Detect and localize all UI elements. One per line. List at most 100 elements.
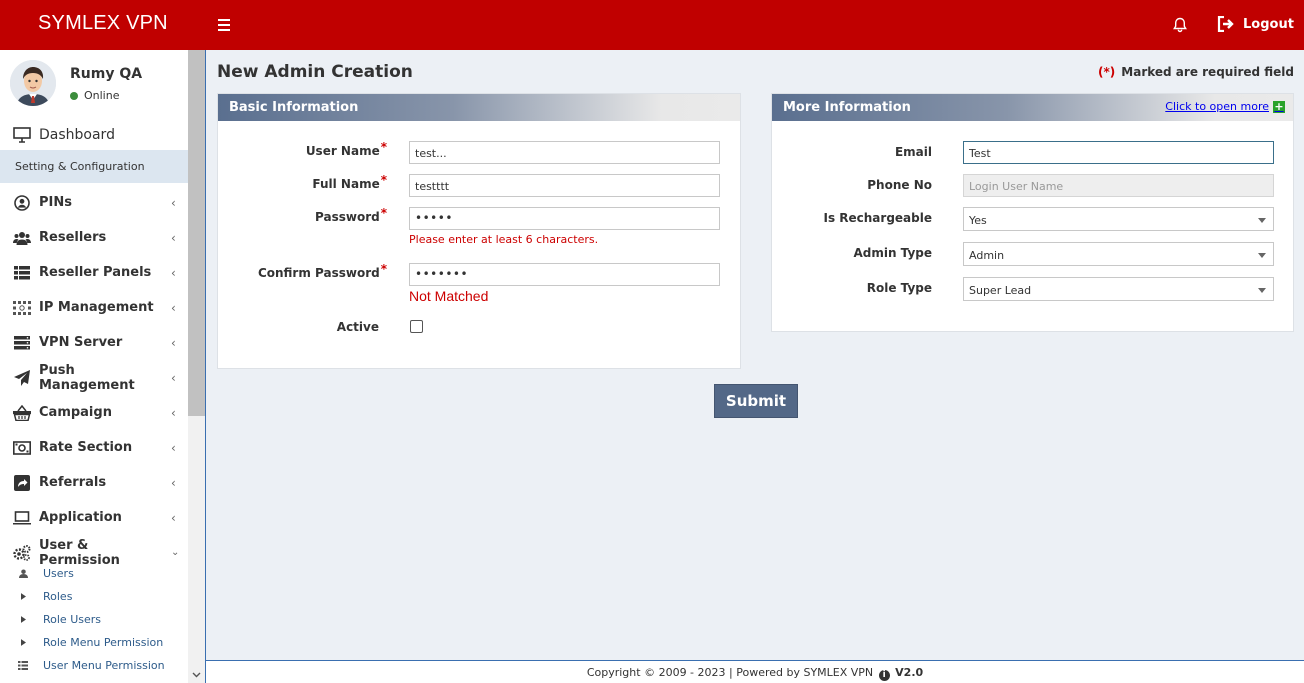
scroll-down-arrow-icon[interactable] bbox=[192, 670, 201, 679]
main-content: New Admin Creation (*) Marked are require… bbox=[206, 50, 1304, 660]
sidebar-item-application[interactable]: Application ‹ bbox=[0, 500, 188, 535]
username-label: User Name* bbox=[305, 140, 387, 158]
password-label-text: Password bbox=[315, 210, 380, 224]
rechargeable-select[interactable]: Yes bbox=[963, 207, 1274, 231]
required-star: * bbox=[380, 262, 387, 276]
username-input[interactable]: test... bbox=[409, 141, 720, 164]
active-label: Active bbox=[336, 320, 379, 334]
sidebar-item-label: Resellers bbox=[39, 230, 107, 245]
sidebar-scrollbar[interactable] bbox=[188, 50, 205, 683]
sidebar-item-label: Campaign bbox=[39, 405, 112, 420]
sidebar-item-campaign[interactable]: Campaign ‹ bbox=[0, 395, 188, 430]
chevron-left-icon: ‹ bbox=[171, 440, 176, 455]
online-dot-icon bbox=[70, 91, 78, 100]
more-information-panel: More Information Click to open more + Em… bbox=[771, 93, 1294, 332]
sidebar-item-dashboard[interactable]: Dashboard bbox=[0, 117, 188, 152]
share-icon bbox=[13, 474, 31, 491]
sidebar-item-label: Dashboard bbox=[39, 126, 115, 143]
required-note: (*) Marked are required field bbox=[1098, 65, 1294, 79]
sidebar-subitem-roles[interactable]: Roles bbox=[0, 585, 188, 607]
bell-icon[interactable] bbox=[1172, 17, 1188, 33]
password-error: Please enter at least 6 characters. bbox=[409, 233, 599, 246]
email-input[interactable]: Test bbox=[963, 141, 1274, 164]
sidebar-item-label: PINs bbox=[39, 195, 72, 210]
scrollbar-thumb[interactable] bbox=[188, 50, 205, 416]
footer-version: V2.0 bbox=[895, 666, 924, 679]
footer: Copyright © 2009 - 2023 | Powered by SYM… bbox=[206, 660, 1304, 683]
list-icon bbox=[18, 660, 28, 670]
chevron-left-icon: ‹ bbox=[171, 265, 176, 280]
chevron-left-icon: ‹ bbox=[171, 370, 176, 385]
required-star: * bbox=[380, 140, 387, 154]
sidebar-subitem-role-menu-permission[interactable]: Role Menu Permission bbox=[0, 631, 188, 653]
profile-status-label: Online bbox=[84, 89, 120, 102]
chevron-left-icon: ‹ bbox=[171, 195, 176, 210]
password-label: Password* bbox=[315, 206, 387, 224]
rechargeable-label: Is Rechargeable bbox=[823, 211, 932, 225]
menu-toggle-icon[interactable] bbox=[218, 15, 234, 33]
ip-grid-icon bbox=[13, 300, 31, 316]
sidebar-subitem-label: Role Users bbox=[43, 612, 102, 626]
sidebar-item-resellers[interactable]: Resellers ‹ bbox=[0, 220, 188, 255]
fullname-label: Full Name* bbox=[312, 173, 387, 191]
users-icon bbox=[13, 230, 31, 246]
brand-logo[interactable]: SYMLEX VPN bbox=[38, 12, 168, 35]
user-profile: Rumy QA Online bbox=[10, 60, 188, 108]
caret-right-icon bbox=[18, 638, 28, 646]
chevron-left-icon: ‹ bbox=[171, 510, 176, 525]
avatar bbox=[10, 60, 56, 106]
basic-information-heading: Basic Information bbox=[218, 94, 740, 121]
sidebar-item-label: VPN Server bbox=[39, 335, 123, 350]
plus-icon: + bbox=[1273, 99, 1285, 113]
confirm-password-label-text: Confirm Password bbox=[257, 266, 380, 280]
sidebar-item-label: Push Management bbox=[39, 362, 135, 393]
chevron-left-icon: ‹ bbox=[171, 335, 176, 350]
basic-information-panel: Basic Information User Name* test... Ful… bbox=[217, 93, 741, 369]
sidebar-subitem-label: Users bbox=[43, 566, 74, 580]
required-star: * bbox=[380, 173, 387, 187]
sidebar-item-ip-management[interactable]: IP Management ‹ bbox=[0, 290, 188, 325]
sidebar-item-label: Application bbox=[39, 510, 122, 525]
open-more-link[interactable]: Click to open more + bbox=[1165, 100, 1285, 113]
info-icon: i bbox=[878, 670, 890, 681]
sidebar-item-setting-configuration[interactable]: Setting & Configuration bbox=[0, 150, 188, 183]
sidebar-item-label: Referrals bbox=[39, 475, 107, 490]
role-type-select[interactable]: Super Lead bbox=[963, 277, 1274, 301]
sidebar-item-reseller-panels[interactable]: Reseller Panels ‹ bbox=[0, 255, 188, 290]
sidebar-item-pins[interactable]: PINs ‹ bbox=[0, 185, 188, 220]
sidebar-subitem-users[interactable]: Users bbox=[0, 562, 188, 584]
chevron-left-icon: ‹ bbox=[171, 300, 176, 315]
sidebar-item-vpn-server[interactable]: VPN Server ‹ bbox=[0, 325, 188, 360]
sidebar-item-rate-section[interactable]: Rate Section ‹ bbox=[0, 430, 188, 465]
sidebar: Rumy QA Online Dashboard Setting & Confi… bbox=[0, 50, 188, 683]
sidebar-subitem-role-users[interactable]: Role Users bbox=[0, 608, 188, 630]
caret-right-icon bbox=[18, 592, 28, 600]
confirm-password-input[interactable]: ••••••• bbox=[409, 263, 720, 286]
password-input[interactable]: ••••• bbox=[409, 207, 720, 230]
paper-plane-icon bbox=[13, 369, 31, 386]
required-star: * bbox=[380, 206, 387, 220]
sidebar-subitem-label: User Menu Permission bbox=[43, 658, 165, 672]
user-circle-icon bbox=[13, 194, 31, 211]
more-information-heading: More Information Click to open more + bbox=[772, 94, 1293, 121]
profile-status: Online bbox=[70, 89, 119, 102]
server-icon bbox=[13, 335, 31, 351]
sidebar-subitem-label: Roles bbox=[43, 589, 73, 603]
basket-icon bbox=[13, 404, 31, 421]
chevron-down-icon: ⌄ bbox=[171, 547, 180, 558]
fullname-input[interactable]: testttt bbox=[409, 174, 720, 197]
admin-type-select[interactable]: Admin bbox=[963, 242, 1274, 266]
submit-button[interactable]: Submit bbox=[714, 384, 798, 418]
footer-copyright: Copyright © 2009 - 2023 | Powered by SYM… bbox=[586, 666, 874, 679]
sidebar-item-label: Reseller Panels bbox=[39, 265, 152, 280]
sidebar-item-push-management[interactable]: Push Management ‹ bbox=[0, 360, 188, 395]
chevron-left-icon: ‹ bbox=[171, 230, 176, 245]
profile-name: Rumy QA bbox=[70, 66, 143, 82]
confirm-password-label: Confirm Password* bbox=[257, 262, 387, 280]
sidebar-subitem-user-menu-permission[interactable]: User Menu Permission bbox=[0, 654, 188, 676]
sidebar-item-referrals[interactable]: Referrals ‹ bbox=[0, 465, 188, 500]
username-label-text: User Name bbox=[305, 144, 380, 158]
active-checkbox[interactable] bbox=[410, 320, 423, 333]
phone-input[interactable]: Login User Name bbox=[963, 174, 1274, 197]
logout-button[interactable]: Logout bbox=[1217, 16, 1294, 32]
